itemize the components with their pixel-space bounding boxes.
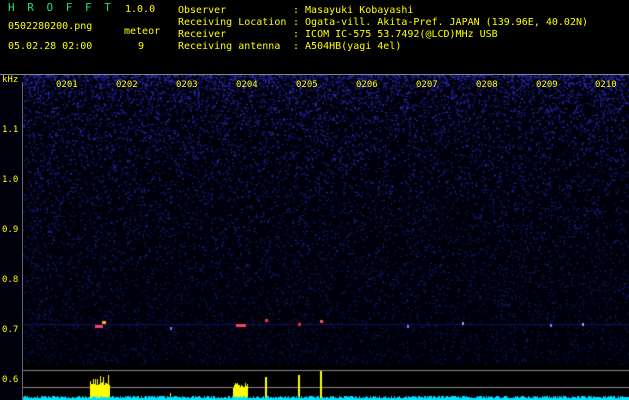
time-tick-0210: 0210 [595,80,617,90]
file-datetime: 05.02.28 02:00 [8,41,93,52]
time-tick-0209: 0209 [536,80,558,90]
y-tick-0-8: 0.8 [2,275,19,285]
file-name: 0502280200.png [8,21,93,32]
y-axis-line [22,82,23,400]
time-tick-0204: 0204 [236,80,258,90]
receiver-label: Receiver [178,29,227,40]
receiver-value: : ICOM IC-575 53.7492(@LCD)MHz USB [293,29,498,40]
time-tick-0201: 0201 [56,80,78,90]
location-label: Receiving Location [178,17,287,28]
app-version: 1.0.0 [125,4,156,15]
observer-value: : Masayuki Kobayashi [293,5,414,16]
observer-label: Observer [178,5,227,16]
y-tick-0-9: 0.9 [2,225,19,235]
time-tick-0208: 0208 [476,80,498,90]
time-tick-0202: 0202 [116,80,138,90]
app-title: H R O F F T [8,1,114,14]
location-value: : Ogata-vill. Akita-Pref. JAPAN (139.96E… [293,17,589,28]
meteor-count-label: meteor [124,26,161,37]
header-panel: H R O F F T 1.0.0 0502280200.png meteor … [0,0,629,75]
y-tick-1-1: 1.1 [2,125,19,135]
y-axis-unit: kHz [2,75,19,85]
antenna-value: : A504HB(yagi 4el) [293,41,402,52]
time-tick-0206: 0206 [356,80,378,90]
time-tick-0207: 0207 [416,80,438,90]
y-tick-0-7: 0.7 [2,325,19,335]
antenna-label: Receiving antenna [178,41,281,52]
meteor-count-value: 9 [138,41,145,52]
spectrogram [0,75,629,400]
y-tick-0-6: 0.6 [2,375,19,385]
time-tick-0203: 0203 [176,80,198,90]
y-tick-1-0: 1.0 [2,175,19,185]
time-tick-0205: 0205 [296,80,318,90]
